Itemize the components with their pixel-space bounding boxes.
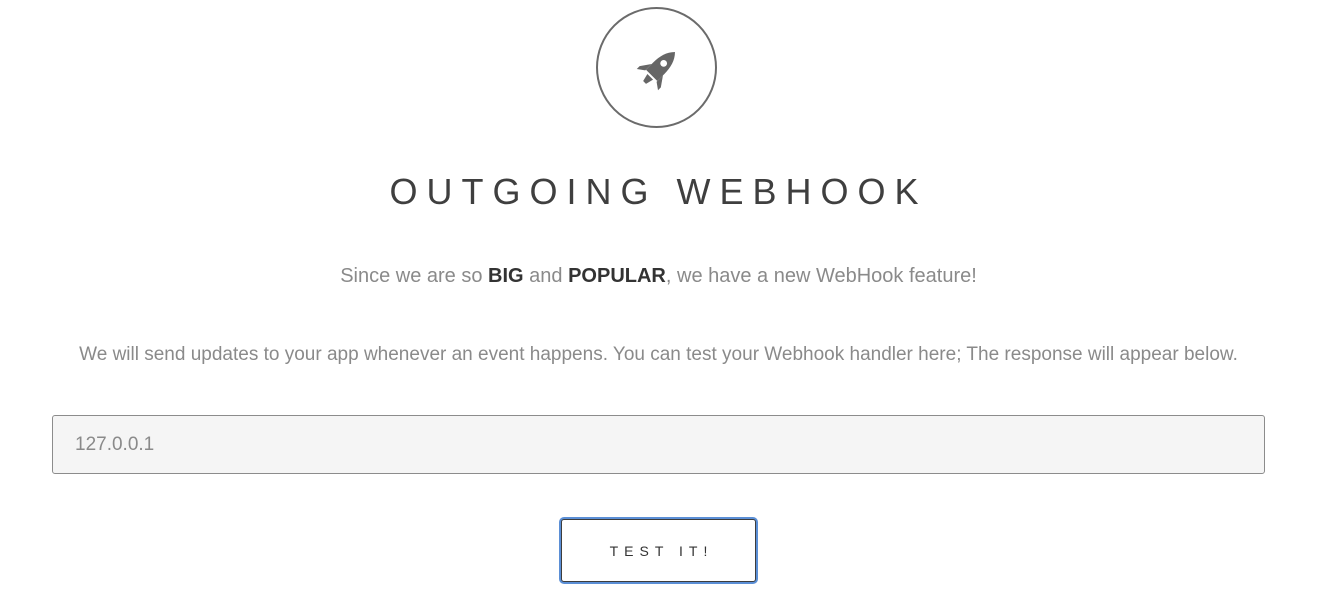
intro-emphasis-big: BIG [488,265,524,287]
rocket-icon-badge [596,7,717,128]
intro-prefix: Since we are so [340,265,489,287]
webhook-url-input[interactable] [52,415,1265,474]
test-it-button[interactable]: TEST IT! [559,517,758,584]
intro-suffix: , we have a new WebHook feature! [665,265,977,287]
description-text: We will send updates to your app wheneve… [79,344,1238,365]
rocket-icon [636,52,675,91]
page-title: OUTGOING WEBHOOK [389,171,928,212]
intro-emphasis-popular: POPULAR [568,265,666,287]
intro-and: and [523,265,569,287]
intro-text: Since we are so BIG and POPULAR, we have… [0,262,1317,290]
